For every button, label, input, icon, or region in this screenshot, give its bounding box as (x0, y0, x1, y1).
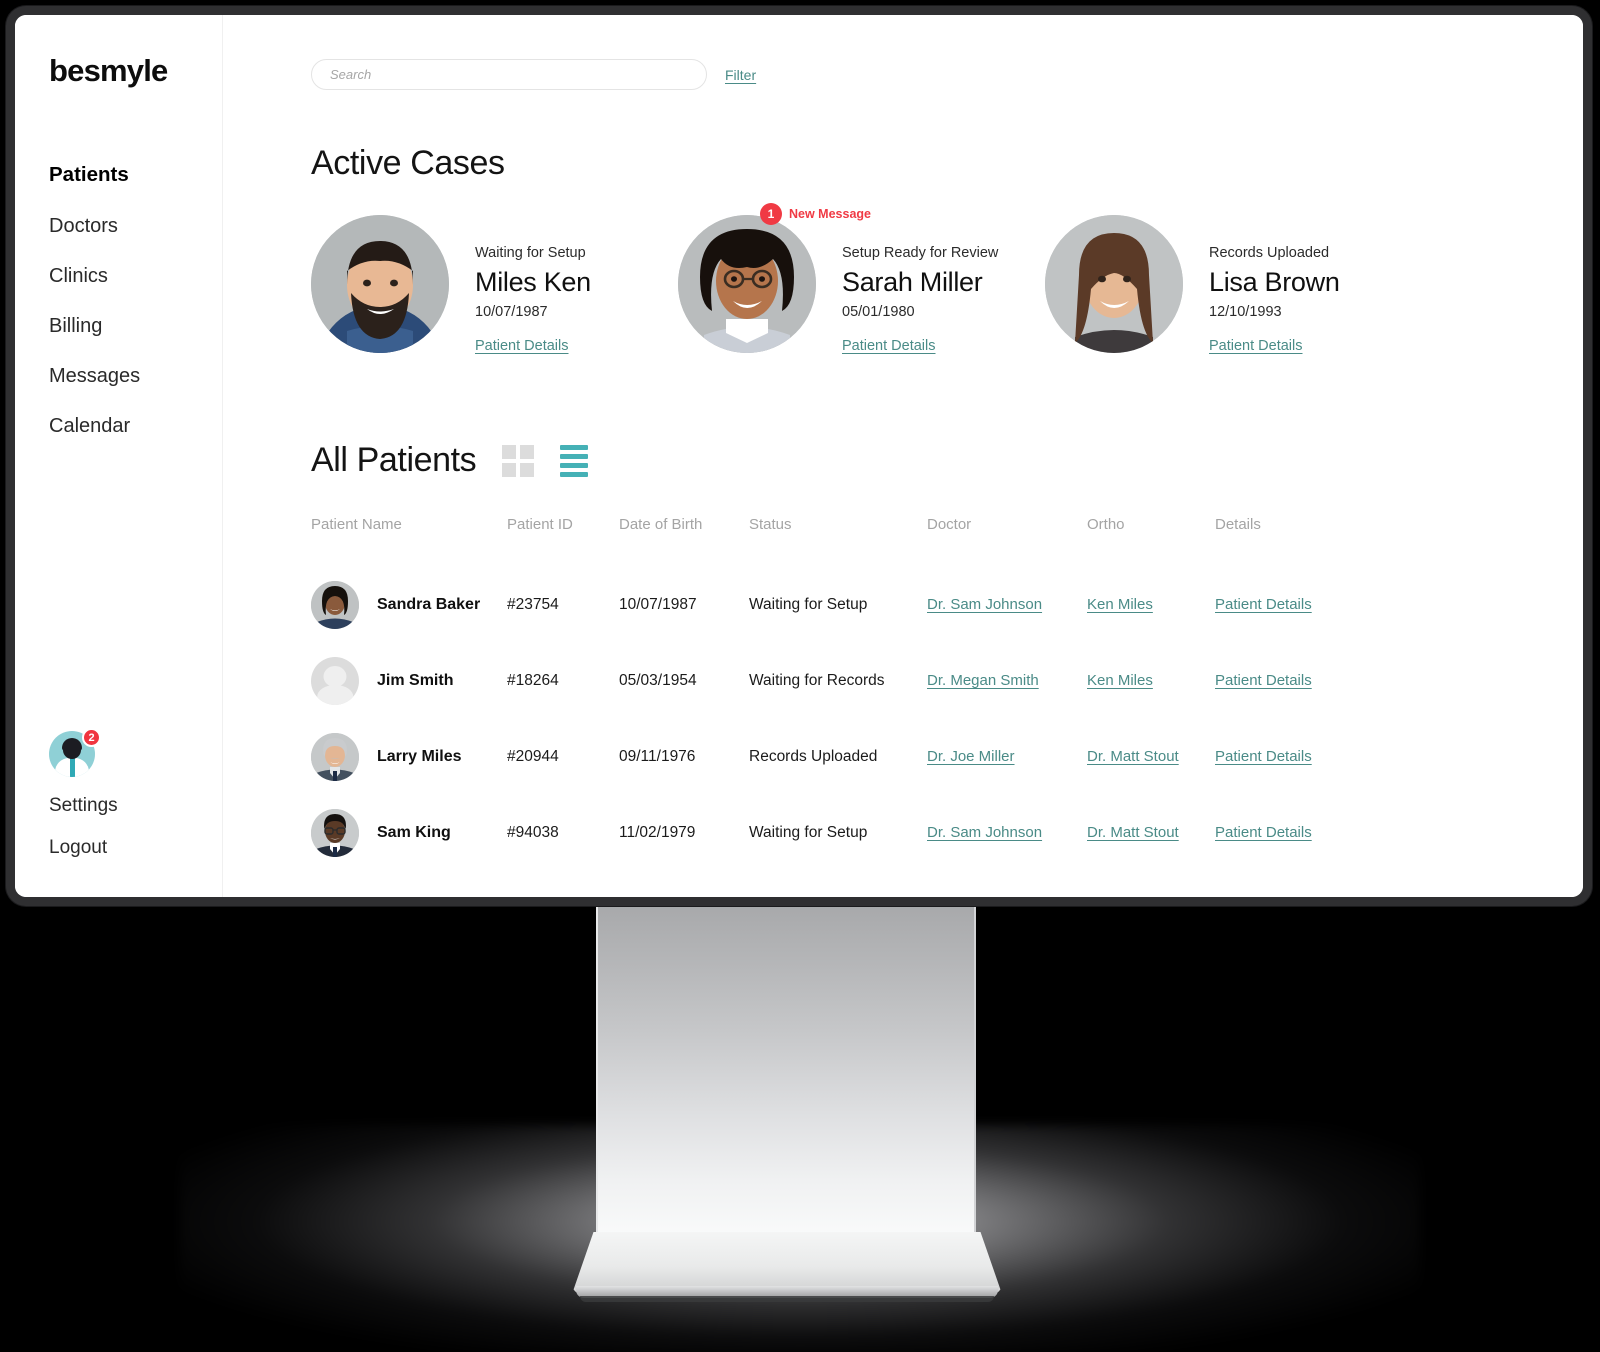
status-cell: Waiting for Setup (749, 596, 868, 613)
table-row[interactable]: Jim Smith #18264 05/03/1954 Waiting for … (311, 643, 1543, 719)
active-cases-title: Active Cases (311, 144, 505, 182)
patient-info: Records Uploaded Lisa Brown 12/10/1993 P… (1183, 215, 1340, 355)
table-row[interactable]: Larry Miles #20944 09/11/1976 Records Up… (311, 719, 1543, 795)
patient-name-cell: Larry Miles (377, 748, 462, 765)
patient-details-link[interactable]: Patient Details (1209, 338, 1303, 354)
row-avatar (311, 733, 359, 781)
filter-link[interactable]: Filter (725, 67, 756, 83)
app-logo: besmyle (49, 53, 168, 88)
ortho-link[interactable]: Dr. Matt Stout (1087, 748, 1179, 765)
column-header-details[interactable]: Details (1215, 516, 1543, 567)
new-message-indicator[interactable]: 1 New Message (760, 203, 871, 225)
doctor-link[interactable]: Dr. Joe Miller (927, 748, 1015, 765)
date-of-birth-cell: 05/03/1954 (619, 672, 697, 689)
date-of-birth-cell: 09/11/1976 (619, 748, 696, 765)
ortho-link[interactable]: Ken Miles (1087, 596, 1153, 613)
status-cell: Records Uploaded (749, 748, 878, 765)
column-header-status[interactable]: Status (749, 516, 927, 567)
row-avatar (311, 581, 359, 629)
topbar: Filter (311, 59, 1543, 90)
row-avatar (311, 809, 359, 857)
patient-info: Waiting for Setup Miles Ken 10/07/1987 P… (449, 215, 591, 355)
monitor-stand-base-shadow (580, 1296, 994, 1302)
patient-name: Sarah Miller (842, 267, 983, 297)
status-cell: Waiting for Setup (749, 824, 868, 841)
patient-details-link[interactable]: Patient Details (1215, 824, 1312, 841)
new-message-label: New Message (789, 207, 871, 221)
patient-details-link[interactable]: Patient Details (842, 338, 936, 354)
patient-dob: 10/07/1987 (475, 304, 548, 320)
patient-dob: 05/01/1980 (842, 304, 915, 320)
column-header-patient-name[interactable]: Patient Name (311, 516, 507, 567)
sidebar-item-patients[interactable]: Patients (49, 163, 222, 188)
patient-details-link[interactable]: Patient Details (1215, 748, 1312, 765)
patient-id-cell: #18264 (507, 672, 559, 689)
patient-photo (1045, 215, 1183, 353)
sidebar-item-logout[interactable]: Logout (49, 837, 209, 859)
ortho-link[interactable]: Dr. Matt Stout (1087, 824, 1179, 841)
patient-photo (678, 215, 816, 353)
monitor-bezel: besmyle Patients Doctors Clinics Billing… (6, 6, 1592, 906)
patient-status: Setup Ready for Review (842, 245, 999, 261)
table-header-row: Patient Name Patient ID Date of Birth St… (311, 516, 1543, 567)
monitor-stand-base (572, 1232, 1002, 1294)
active-case-card[interactable]: Waiting for Setup Miles Ken 10/07/1987 P… (311, 215, 678, 355)
column-header-patient-id[interactable]: Patient ID (507, 516, 619, 567)
sidebar-nav: Patients Doctors Clinics Billing Message… (49, 163, 222, 438)
sidebar-item-calendar[interactable]: Calendar (49, 414, 222, 438)
active-cases-list: Waiting for Setup Miles Ken 10/07/1987 P… (311, 203, 1543, 355)
table-row[interactable]: Sam King #94038 11/02/1979 Waiting for S… (311, 795, 1543, 871)
screen: besmyle Patients Doctors Clinics Billing… (15, 15, 1583, 897)
sidebar-item-clinics[interactable]: Clinics (49, 264, 222, 288)
notification-badge[interactable]: 2 (82, 728, 101, 747)
doctor-link[interactable]: Dr. Megan Smith (927, 672, 1039, 689)
table-row[interactable]: Sandra Baker #23754 10/07/1987 Waiting f… (311, 567, 1543, 643)
patient-status: Records Uploaded (1209, 245, 1330, 261)
patient-details-link[interactable]: Patient Details (1215, 672, 1312, 689)
patient-dob: 12/10/1993 (1209, 304, 1282, 320)
sidebar-item-settings[interactable]: Settings (49, 795, 209, 817)
patient-id-cell: #20944 (507, 748, 559, 765)
status-cell: Waiting for Records (749, 672, 885, 689)
patient-name-cell: Sam King (377, 824, 451, 841)
patient-details-link[interactable]: Patient Details (1215, 596, 1312, 613)
user-avatar[interactable]: 2 (49, 728, 101, 777)
row-avatar-placeholder (311, 657, 359, 705)
patient-photo (311, 215, 449, 353)
date-of-birth-cell: 11/02/1979 (619, 824, 696, 841)
all-patients-title: All Patients (311, 441, 477, 479)
ortho-link[interactable]: Ken Miles (1087, 672, 1153, 689)
doctor-link[interactable]: Dr. Sam Johnson (927, 596, 1042, 613)
patient-name-cell: Sandra Baker (377, 596, 481, 613)
active-case-card[interactable]: Records Uploaded Lisa Brown 12/10/1993 P… (1045, 215, 1412, 355)
sidebar-item-billing[interactable]: Billing (49, 314, 222, 338)
column-header-date-of-birth[interactable]: Date of Birth (619, 516, 749, 567)
date-of-birth-cell: 10/07/1987 (619, 596, 697, 613)
list-view-icon[interactable] (560, 444, 589, 477)
patient-status: Waiting for Setup (475, 245, 586, 261)
patient-name-cell: Jim Smith (377, 672, 454, 689)
patient-name: Lisa Brown (1209, 267, 1340, 297)
doctor-link[interactable]: Dr. Sam Johnson (927, 824, 1042, 841)
column-header-doctor[interactable]: Doctor (927, 516, 1087, 567)
grid-view-icon[interactable] (502, 444, 535, 477)
new-message-count-badge: 1 (760, 203, 782, 225)
main-content: Filter Active Cases (223, 15, 1583, 897)
sidebar-footer: 2 Settings Logout (49, 728, 209, 859)
column-header-ortho[interactable]: Ortho (1087, 516, 1215, 567)
scene: besmyle Patients Doctors Clinics Billing… (0, 0, 1600, 1352)
monitor-stand-neck (596, 902, 976, 1242)
sidebar-item-messages[interactable]: Messages (49, 364, 222, 388)
patient-id-cell: #94038 (507, 824, 559, 841)
patient-id-cell: #23754 (507, 596, 559, 613)
patients-table: Patient Name Patient ID Date of Birth St… (311, 516, 1543, 871)
all-patients-header: All Patients (311, 441, 1543, 480)
active-case-card[interactable]: 1 New Message Setup Ready for Review Sar… (678, 203, 1045, 355)
patient-details-link[interactable]: Patient Details (475, 338, 569, 354)
patient-info: Setup Ready for Review Sarah Miller 05/0… (816, 215, 998, 355)
patient-name: Miles Ken (475, 267, 591, 297)
sidebar: besmyle Patients Doctors Clinics Billing… (15, 15, 223, 897)
sidebar-item-doctors[interactable]: Doctors (49, 214, 222, 238)
search-input[interactable] (311, 59, 707, 90)
